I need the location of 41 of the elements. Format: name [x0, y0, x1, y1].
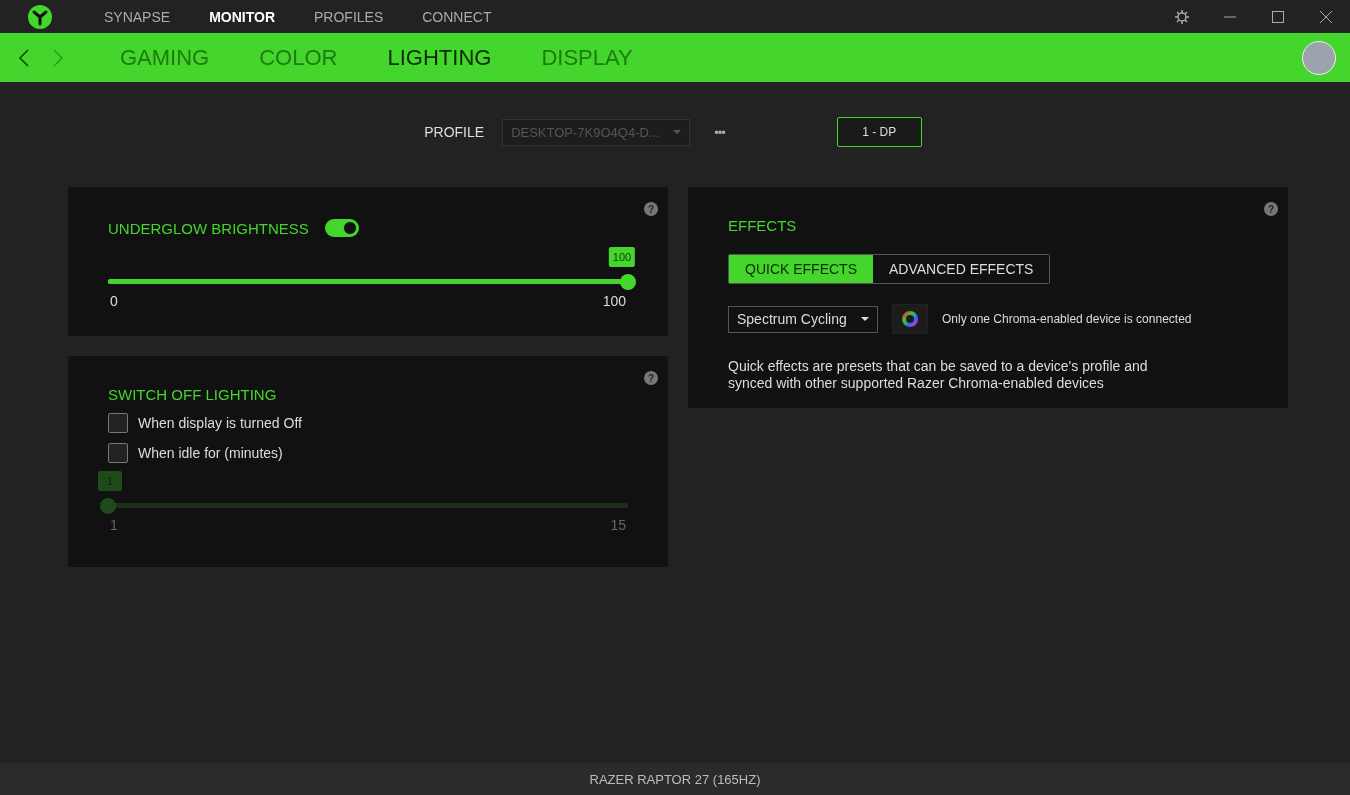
description-text: Quick effects are presets that can be saved to a device's profile and synced with other supported Razer Chroma-enabled devices: [728, 358, 1149, 392]
forward-icon: [52, 47, 64, 68]
caret-icon: [673, 130, 682, 134]
back-icon: [18, 47, 30, 68]
toggle-switch[interactable]: [324, 219, 359, 237]
min-label: 1: [110, 517, 118, 533]
profile-label: PROFILE: [424, 124, 485, 140]
checkbox-label: When idle for (minutes): [138, 445, 283, 461]
effect-dropdown[interactable]: Spectrum Cycling: [728, 305, 878, 333]
help-icon[interactable]: ?: [644, 202, 658, 216]
nav-tab[interactable]: PROFILES: [314, 4, 384, 29]
more-button[interactable]: •••: [708, 123, 731, 141]
section-tab[interactable]: LIGHTING: [387, 44, 492, 71]
section-title: UNDERGLOW BRIGHTNESS: [108, 219, 309, 237]
caret-icon: [861, 317, 869, 321]
maximize-icon: [1270, 8, 1286, 25]
chroma-button[interactable]: [892, 304, 928, 334]
min-label: 0: [110, 293, 118, 309]
section-title: SWITCH OFF LIGHTING: [108, 386, 278, 403]
max-label: 100: [602, 293, 626, 309]
checkbox[interactable]: [108, 443, 128, 463]
nav-tab[interactable]: CONNECT: [422, 4, 492, 29]
help-icon[interactable]: ?: [1264, 202, 1278, 216]
avatar[interactable]: [1302, 40, 1336, 75]
nav-tab[interactable]: SYNAPSE: [104, 4, 171, 29]
status-bar: RAZER RAPTOR 27 (165HZ): [0, 763, 1350, 795]
nav-tab[interactable]: MONITOR: [209, 4, 275, 29]
section-title: EFFECTS: [728, 217, 798, 234]
checkbox[interactable]: [108, 413, 128, 433]
checkbox-label: When display is turned Off: [138, 415, 302, 431]
display-button[interactable]: 1 - DP: [836, 117, 922, 147]
color-wheel-icon: [902, 311, 918, 327]
minimize-icon: [1224, 15, 1236, 18]
max-label: 15: [610, 517, 626, 533]
logo-icon: [28, 4, 52, 29]
close-icon: [1318, 8, 1334, 25]
effects-tab[interactable]: QUICK EFFECTS: [729, 255, 873, 283]
settings-icon: [1174, 8, 1190, 25]
value-badge: 100: [608, 247, 636, 267]
help-icon[interactable]: ?: [644, 371, 658, 385]
info-text: Only one Chroma-enabled device is connected: [942, 312, 1192, 326]
